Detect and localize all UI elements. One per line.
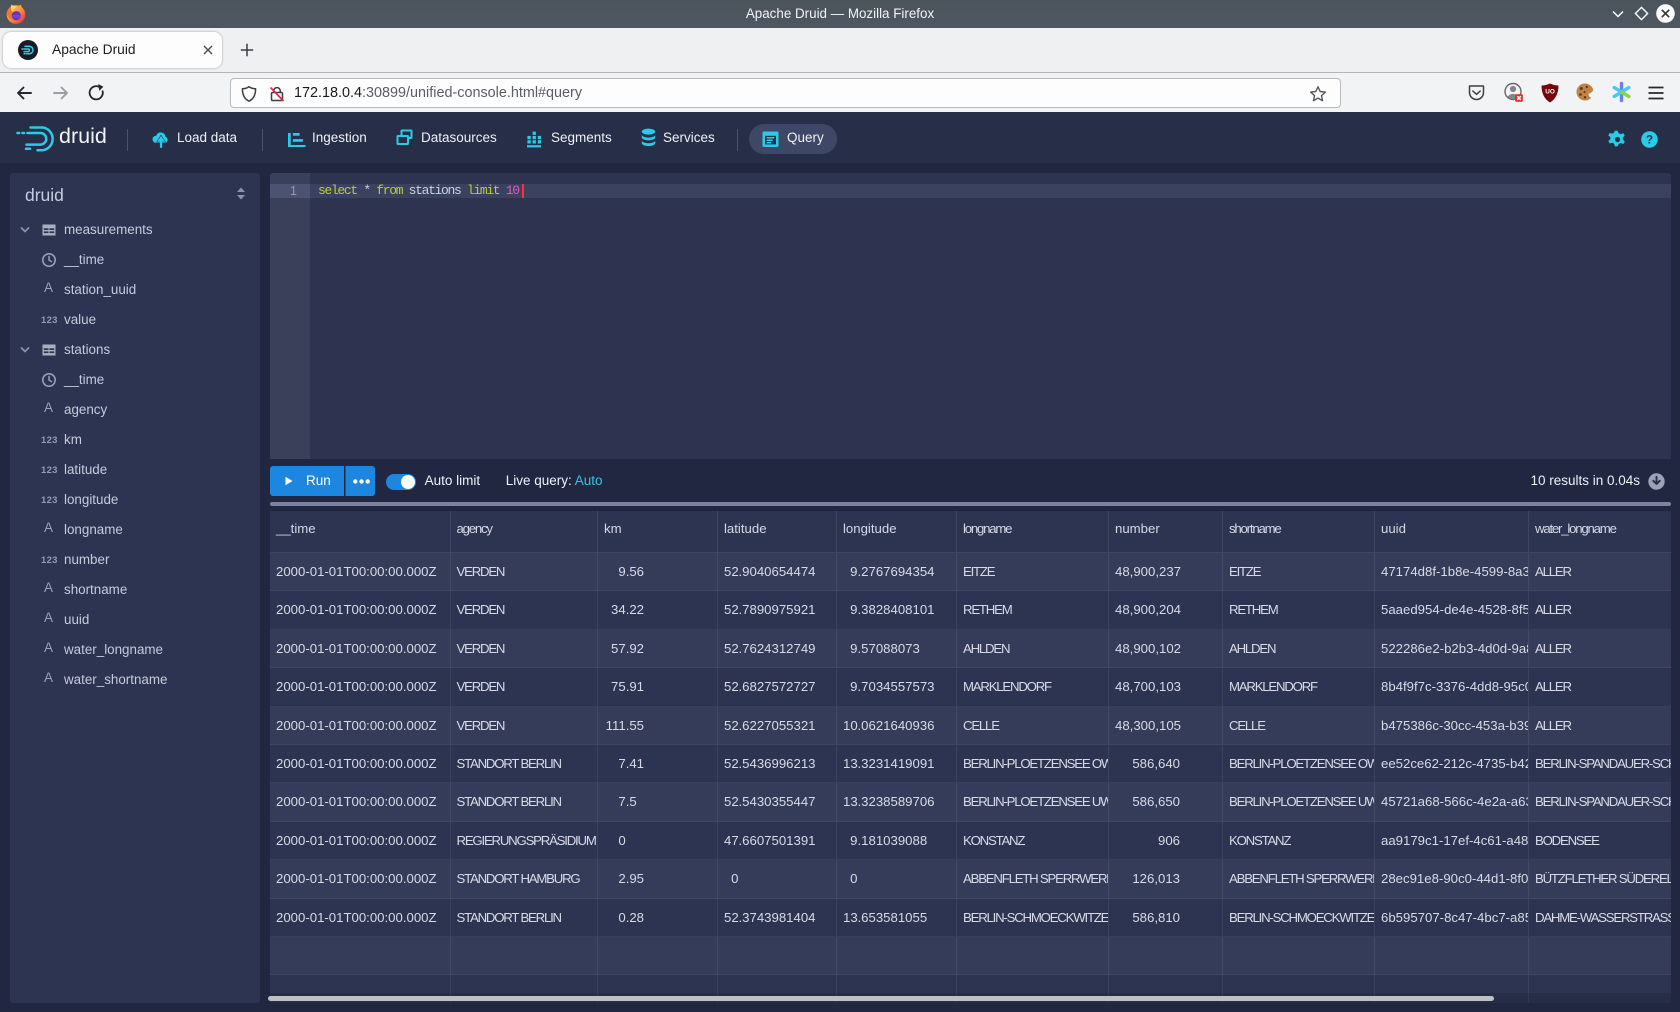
svg-text:?: ? xyxy=(1645,134,1652,146)
svg-text:UO: UO xyxy=(1545,88,1555,95)
